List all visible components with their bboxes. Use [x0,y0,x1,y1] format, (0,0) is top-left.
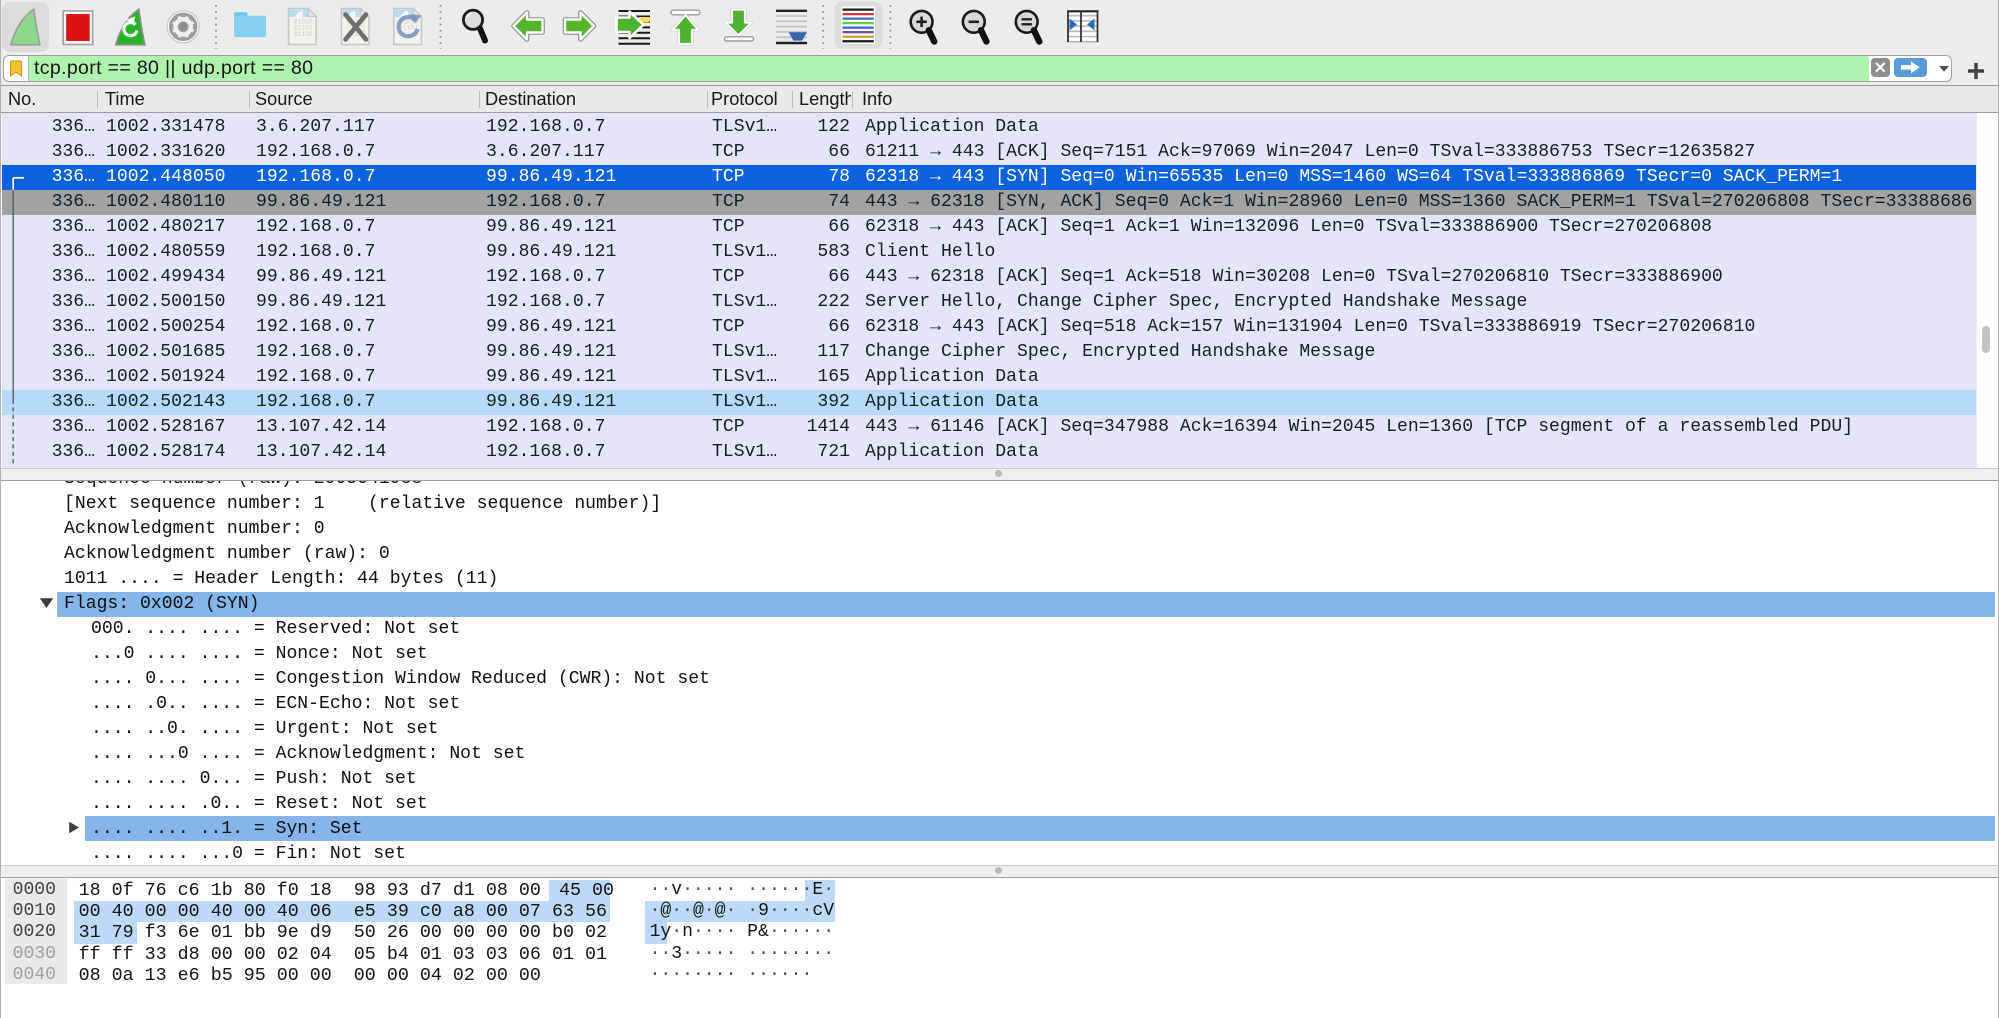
svg-text:01110: 01110 [294,31,313,38]
